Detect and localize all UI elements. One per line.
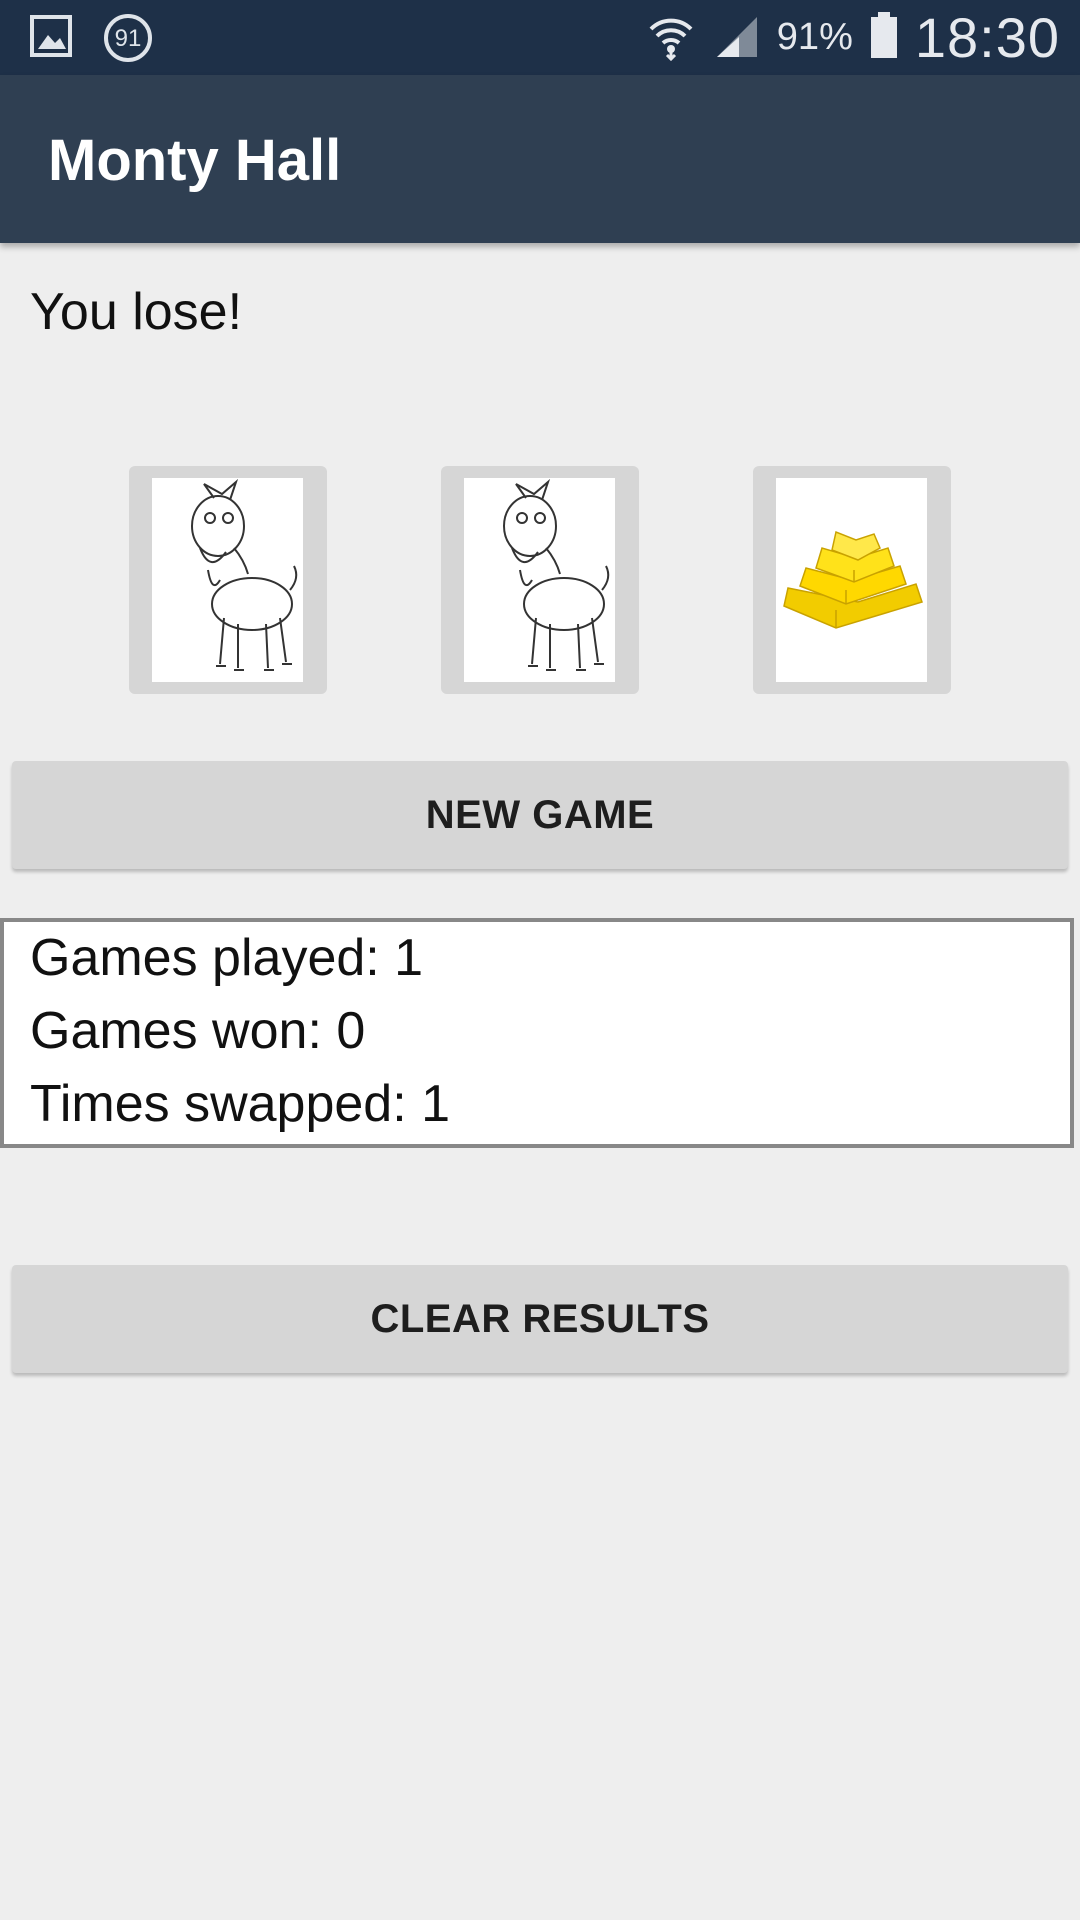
games-played-stat: Games played: 1 — [30, 929, 424, 987]
wifi-icon — [645, 9, 697, 66]
battery-icon — [869, 10, 899, 65]
signal-icon — [713, 11, 761, 64]
door-2[interactable] — [441, 466, 639, 694]
door-3[interactable] — [753, 466, 951, 694]
app-title: Monty Hall — [48, 128, 342, 193]
stats-panel: Games played: 1 Games won: 0 Times swapp… — [0, 918, 1074, 1148]
goat-icon — [152, 478, 303, 682]
new-game-button[interactable]: NEW GAME — [12, 761, 1068, 869]
games-won-stat: Games won: 0 — [30, 1002, 366, 1060]
result-message: You lose! — [30, 283, 243, 341]
clear-results-button[interactable]: CLEAR RESULTS — [12, 1265, 1068, 1373]
notification-badge-text: 91 — [114, 25, 142, 52]
status-bar: 91 91% 18:30 — [0, 0, 1080, 75]
goat-icon — [464, 478, 615, 682]
door-1[interactable] — [129, 466, 327, 694]
times-swapped-stat: Times swapped: 1 — [30, 1075, 451, 1133]
gold-bars-icon — [776, 478, 927, 682]
app-bar: Monty Hall — [0, 75, 1080, 243]
gallery-icon — [28, 13, 74, 64]
battery-percent: 91% — [776, 16, 853, 58]
notification-91-icon: 91 — [102, 12, 154, 64]
status-time: 18:30 — [914, 6, 1060, 69]
